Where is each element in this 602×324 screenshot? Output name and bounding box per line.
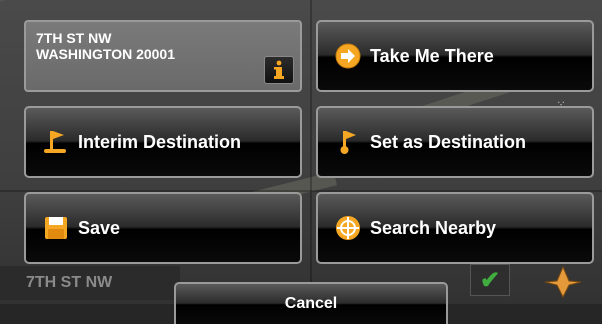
arrow-right-icon: [334, 42, 362, 70]
current-street-label: 7TH ST NW: [0, 266, 180, 300]
search-nearby-label: Search Nearby: [370, 217, 497, 238]
set-as-destination-button[interactable]: Set as Destination: [316, 106, 594, 178]
compass-icon[interactable]: [528, 262, 598, 302]
check-icon[interactable]: ✔: [470, 264, 510, 296]
info-button[interactable]: [264, 56, 294, 84]
info-icon: [274, 60, 284, 79]
save-icon: [42, 214, 70, 242]
save-button[interactable]: Save: [24, 192, 302, 264]
address-line-1: 7TH ST NW: [36, 30, 112, 46]
cancel-button[interactable]: Cancel: [174, 282, 448, 324]
set-as-destination-label: Set as Destination: [370, 131, 527, 152]
search-nearby-button[interactable]: Search Nearby: [316, 192, 594, 264]
address-line-2: WASHINGTON 20001: [36, 46, 176, 62]
address-panel: 7TH ST NW WASHINGTON 20001: [24, 20, 302, 92]
map-gridline: [310, 0, 312, 300]
interim-destination-label: Interim Destination: [78, 131, 242, 152]
save-label: Save: [78, 217, 121, 238]
take-me-there-label: Take Me There: [370, 45, 494, 66]
crosshair-icon: [334, 214, 362, 242]
cancel-label: Cancel: [284, 295, 338, 312]
interim-destination-button[interactable]: Interim Destination: [24, 106, 302, 178]
flag-waypoint-icon: [42, 128, 70, 156]
flag-destination-icon: [334, 128, 362, 156]
take-me-there-button[interactable]: Take Me There: [316, 20, 594, 92]
